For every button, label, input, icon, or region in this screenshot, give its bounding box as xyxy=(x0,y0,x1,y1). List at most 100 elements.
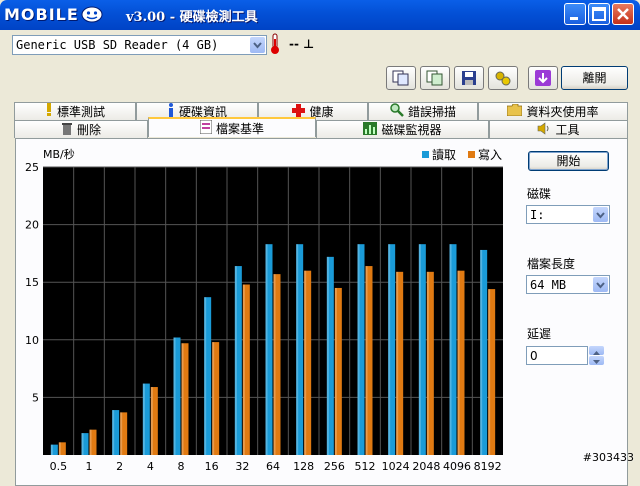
read-bar-highlight xyxy=(50,444,53,455)
chevron-down-icon[interactable] xyxy=(250,37,265,53)
benchmark-chart: MB/秒 讀取 寫入 510152025 0.5 1 2 4 8 16 32 64 128 256… xyxy=(25,147,503,473)
close-icon xyxy=(617,8,629,20)
options-icon xyxy=(495,71,511,86)
write-bar-highlight xyxy=(396,271,399,455)
chevron-down-icon[interactable] xyxy=(593,207,608,222)
stepper-up-icon[interactable] xyxy=(589,346,604,355)
write-bar-highlight xyxy=(58,442,61,455)
read-bar-highlight xyxy=(296,244,299,455)
client-area: Generic USB SD Reader (4 GB) -- ⊥ 離開 標準測… xyxy=(3,30,637,486)
read-bar-highlight xyxy=(357,244,360,455)
y-tick-label: 5 xyxy=(32,391,39,404)
y-tick-label: 10 xyxy=(25,334,39,347)
read-bar-highlight xyxy=(204,297,207,455)
write-bar-highlight xyxy=(273,274,276,455)
read-bar-highlight xyxy=(449,244,452,455)
tab-error-scan[interactable]: 錯誤掃描 xyxy=(368,102,478,120)
write-bar-highlight xyxy=(181,343,184,455)
write-bar-highlight xyxy=(426,271,429,455)
exit-button[interactable]: 離開 xyxy=(561,66,628,90)
y-tick-label: 15 xyxy=(25,276,39,289)
download-arrow-icon xyxy=(535,70,551,86)
options-button[interactable] xyxy=(488,66,518,90)
y-axis-label: MB/秒 xyxy=(43,147,75,161)
speaker-icon xyxy=(537,121,551,138)
file-benchmark-icon xyxy=(199,119,213,137)
y-tick-labels: 5 10 15 20 25 xyxy=(25,161,39,404)
tab-label: 刪除 xyxy=(76,123,101,137)
write-bar-highlight xyxy=(212,342,215,455)
maximize-button[interactable] xyxy=(588,3,610,25)
tab-disk-monitor[interactable]: 磁碟監視器 xyxy=(316,120,489,138)
benchmark-panel: MB/秒 讀取 寫入 5 10 15 20 25 0.5 1 2 4 8 16 32 64 128 256… xyxy=(15,138,628,486)
legend-swatch-write xyxy=(468,151,475,158)
watermark: #303433 xyxy=(582,451,634,464)
title-bar: MOBILE v3.00 - 硬碟檢測工具 xyxy=(0,0,640,30)
tab-label: 錯誤掃描 xyxy=(407,105,456,119)
maximize-icon xyxy=(592,7,606,21)
tab-file-benchmark[interactable]: 檔案基準 xyxy=(148,117,316,137)
logo-face-icon xyxy=(81,6,103,23)
drive-letter-value: I: xyxy=(530,208,545,222)
chevron-down-icon[interactable] xyxy=(593,277,608,292)
magnifier-icon xyxy=(390,103,404,120)
write-bar-highlight xyxy=(334,287,337,455)
tab-folder-usage[interactable]: 資料夾使用率 xyxy=(478,102,628,120)
file-length-value: 64 MB xyxy=(530,278,567,292)
delay-input[interactable]: 0 xyxy=(526,346,588,365)
trash-icon xyxy=(61,121,73,138)
stepper-down-icon[interactable] xyxy=(589,356,604,365)
thermometer-icon xyxy=(270,33,280,58)
tab-standard-test[interactable]: 標準測試 xyxy=(14,102,136,120)
temperature-readout: -- ⊥ xyxy=(289,37,315,51)
delay-label: 延遲 xyxy=(527,327,552,341)
monitor-chart-icon xyxy=(363,121,378,138)
minimize-button[interactable] xyxy=(564,3,586,25)
tab-label: 資料夾使用率 xyxy=(526,105,599,119)
file-length-label: 檔案長度 xyxy=(527,257,576,271)
drive-label: 磁碟 xyxy=(527,187,552,201)
read-bar-highlight xyxy=(388,244,391,455)
tab-label: 磁碟監視器 xyxy=(381,123,442,137)
save-button[interactable] xyxy=(454,66,484,90)
y-tick-label: 25 xyxy=(25,161,39,174)
read-bar-highlight xyxy=(480,249,483,455)
tab-tools[interactable]: 工具 xyxy=(489,120,628,138)
drive-select[interactable]: Generic USB SD Reader (4 GB) xyxy=(12,35,267,55)
drive-letter-select[interactable]: I: xyxy=(526,205,610,224)
tab-label: 標準測試 xyxy=(56,105,105,119)
tab-label: 檔案基準 xyxy=(215,121,264,136)
delay-stepper[interactable] xyxy=(589,346,604,365)
read-bar-highlight xyxy=(265,244,268,455)
tab-label: 工具 xyxy=(555,123,580,137)
folder-icon xyxy=(507,103,523,119)
save-icon xyxy=(462,71,476,85)
write-bar-highlight xyxy=(89,429,92,455)
copy-button[interactable] xyxy=(386,66,416,90)
legend-write-label: 寫入 xyxy=(478,147,502,162)
drive-select-value: Generic USB SD Reader (4 GB) xyxy=(16,38,219,52)
read-bar-highlight xyxy=(173,337,176,455)
file-length-select[interactable]: 64 MB xyxy=(526,275,610,294)
plot-area xyxy=(43,167,503,455)
write-bar-highlight xyxy=(120,412,123,455)
read-bar-highlight xyxy=(142,383,145,455)
legend-swatch-read xyxy=(422,151,429,158)
write-bar-highlight xyxy=(457,270,460,455)
legend-read-label: 讀取 xyxy=(432,148,456,162)
copy-icon xyxy=(392,70,409,86)
read-bar-highlight xyxy=(81,433,84,455)
write-bar-highlight xyxy=(242,284,245,455)
read-bar-highlight xyxy=(234,266,237,455)
minimize-icon xyxy=(570,17,578,20)
download-button[interactable] xyxy=(528,66,558,90)
tab-erase[interactable]: 刪除 xyxy=(14,120,148,138)
copy-text-button[interactable] xyxy=(420,66,450,90)
exclamation-icon xyxy=(45,103,53,120)
y-tick-label: 20 xyxy=(25,219,39,232)
read-bar-highlight xyxy=(418,244,421,455)
chart-legend: 讀取 寫入 xyxy=(422,147,502,162)
app-logo: MOBILE xyxy=(4,5,103,24)
start-button[interactable]: 開始 xyxy=(528,151,609,171)
close-window-button[interactable] xyxy=(612,3,634,25)
